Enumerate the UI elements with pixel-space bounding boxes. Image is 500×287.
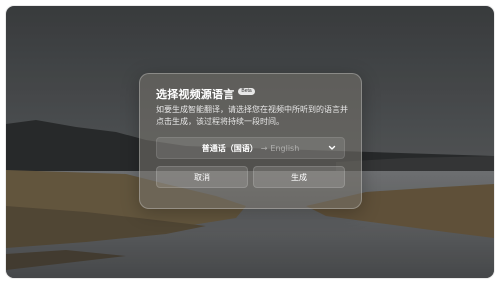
video-frame: 选择视频源语言 Beta 如要生成智能翻译，请选择您在视频中所听到的语言并点击生… [6,6,494,278]
source-language-dialog: 选择视频源语言 Beta 如要生成智能翻译，请选择您在视频中所听到的语言并点击生… [139,73,362,209]
beta-badge: Beta [238,87,255,95]
dialog-header: 选择视频源语言 Beta [156,86,345,102]
chevron-down-icon [328,145,336,150]
dialog-actions: 取消 生成 [156,166,345,188]
dialog-title: 选择视频源语言 [156,88,235,101]
language-select[interactable]: 普通话（国语） → English [156,137,345,159]
arrow-right-icon: → [260,143,268,153]
source-language-value: 普通话（国语） [201,143,258,153]
target-language-value: English [270,143,300,153]
dialog-description: 如要生成智能翻译，请选择您在视频中所听到的语言并点击生成，该过程将持续一段时间。 [156,105,348,126]
cancel-button[interactable]: 取消 [156,166,248,188]
generate-button[interactable]: 生成 [253,166,345,188]
